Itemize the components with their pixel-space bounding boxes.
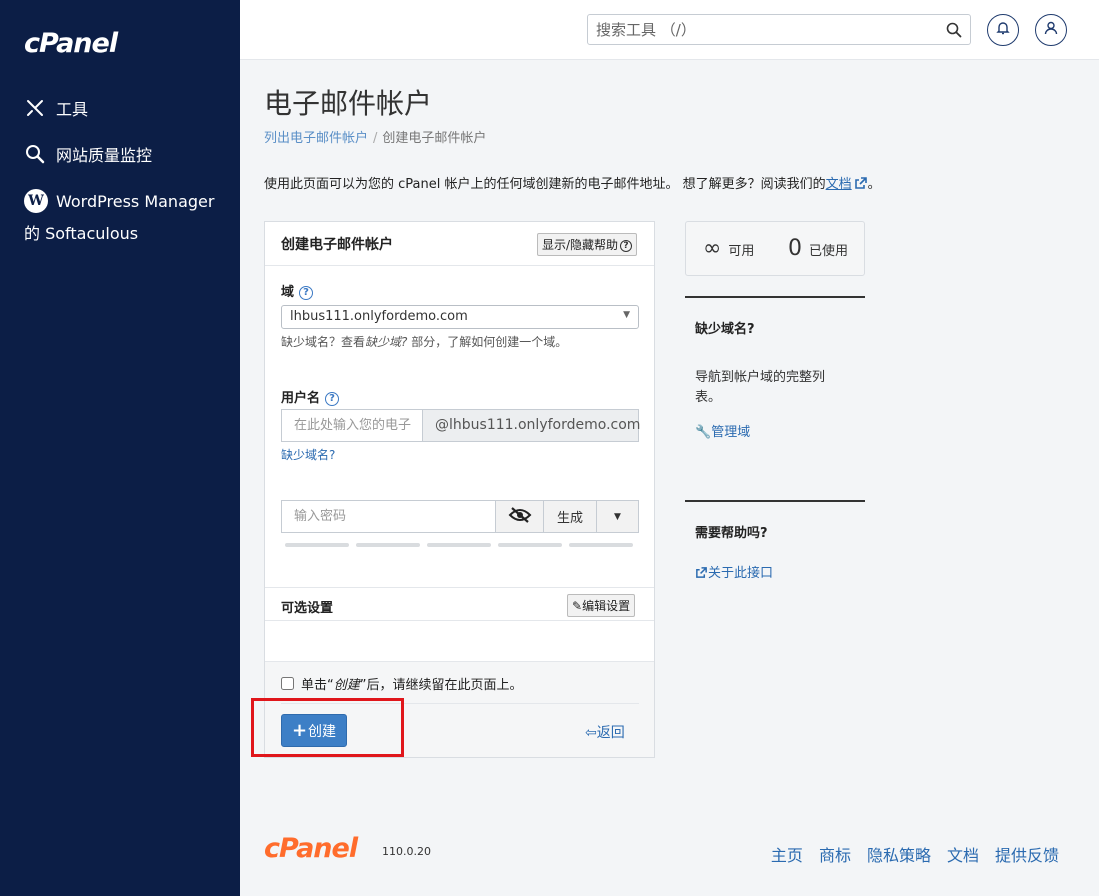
breadcrumb: 列出电子邮件帐户 / 创建电子邮件帐户: [264, 127, 486, 146]
breadcrumb-separator: /: [373, 131, 378, 146]
topbar: [240, 0, 1099, 60]
caret-down-icon: ▼: [614, 511, 621, 522]
panel-header: 创建电子邮件帐户 显示/隐藏帮助?: [265, 222, 654, 266]
stay-on-page-checkbox[interactable]: [281, 677, 294, 690]
wordpress-icon: W: [24, 188, 48, 213]
missing-domain-title: 缺少域名?: [695, 322, 755, 337]
arrow-left-icon: ⇦: [585, 725, 597, 741]
magnifier-icon: [24, 143, 46, 165]
manage-domains-link[interactable]: 🔧管理域: [695, 421, 750, 440]
panel-title: 创建电子邮件帐户: [281, 237, 393, 253]
highlight-box: [251, 698, 404, 757]
chevron-down-icon: ▼: [623, 310, 630, 320]
strength-segment: [498, 543, 562, 547]
about-interface-link[interactable]: 关于此接口: [695, 562, 773, 581]
generate-options-dropdown[interactable]: ▼: [596, 501, 638, 532]
page-title: 电子邮件帐户: [264, 87, 433, 120]
help-box: 需要帮助吗? 关于此接口: [685, 500, 865, 600]
page-description: 使用此页面可以为您的 cPanel 帐户上的任何域创建新的电子邮件地址。 想了解…: [264, 177, 881, 192]
sidebar-item-tools[interactable]: 工具: [24, 96, 88, 120]
used-stat: 0 已使用: [788, 236, 849, 261]
external-link-icon: [852, 177, 868, 192]
domain-hint: 缺少域名？查看缺少域? 部分，了解如何创建一个域。: [281, 335, 568, 349]
sidebar-item-site-quality[interactable]: 网站质量监控: [24, 142, 152, 166]
cpanel-logo[interactable]: cPanel: [24, 28, 118, 59]
bell-icon: [995, 20, 1011, 40]
footer-cpanel-logo: cPanel: [264, 833, 358, 864]
documentation-link[interactable]: 文档: [826, 177, 852, 192]
username-domain-addon: @lhbus111.onlyfordemo.com: [422, 409, 640, 442]
breadcrumb-current: 创建电子邮件帐户: [382, 131, 487, 146]
notifications-button[interactable]: [987, 14, 1019, 46]
password-strength-meter: [285, 543, 633, 547]
sidebar: cPanel 工具 网站质量监控 W WordPress Manager 的 So…: [0, 0, 240, 896]
footer-links: 主页 商标 隐私策略 文档 提供反馈: [771, 842, 1059, 866]
footer-link-privacy[interactable]: 隐私策略: [867, 842, 931, 866]
help-icon: ?: [620, 240, 633, 252]
sidebar-item-wordpress-manager[interactable]: W WordPress Manager 的 Softaculous: [24, 186, 224, 250]
optional-settings-header: 可选设置 ✎编辑设置: [265, 587, 654, 621]
help-icon[interactable]: ?: [299, 285, 314, 300]
footer-link-feedback[interactable]: 提供反馈: [995, 842, 1059, 866]
optional-settings-title: 可选设置: [281, 601, 334, 616]
domain-label: 域?: [281, 281, 314, 301]
stay-on-page-option[interactable]: 单击“ 创建 ”后，请继续留在此页面上。: [281, 674, 523, 693]
footer-link-docs[interactable]: 文档: [947, 842, 979, 866]
help-title: 需要帮助吗?: [695, 526, 768, 541]
missing-domain-box: 缺少域名? 导航到帐户域的完整列表。 🔧管理域: [685, 296, 865, 476]
search-icon[interactable]: [946, 22, 962, 42]
strength-segment: [285, 543, 349, 547]
strength-segment: [356, 543, 420, 547]
user-icon: [1043, 20, 1059, 40]
pencil-icon: ✎: [572, 599, 583, 613]
username-input[interactable]: [281, 409, 422, 442]
footer-link-trademarks[interactable]: 商标: [819, 842, 851, 866]
generate-password-button[interactable]: 生成: [543, 501, 596, 532]
missing-domain-text: 导航到帐户域的完整列表。: [695, 370, 826, 405]
toggle-help-button[interactable]: 显示/隐藏帮助?: [537, 233, 638, 256]
email-stats: ∞ 可用 0 已使用: [685, 221, 865, 276]
strength-segment: [569, 543, 633, 547]
missing-domain-link[interactable]: 缺少域名?: [281, 446, 335, 463]
version-label: 110.0.20: [382, 845, 431, 858]
search-input[interactable]: [588, 15, 928, 44]
edit-settings-button[interactable]: ✎编辑设置: [567, 594, 636, 617]
sidebar-item-label: WordPress Manager 的 Softaculous: [24, 192, 215, 243]
domain-select[interactable]: lhbus111.onlyfordemo.com ▼: [281, 305, 639, 329]
password-input[interactable]: [282, 501, 495, 532]
tools-icon: [24, 97, 46, 119]
toggle-password-visibility-button[interactable]: [495, 501, 543, 532]
help-icon[interactable]: ?: [325, 391, 340, 406]
username-label: 用户名?: [281, 387, 340, 407]
sidebar-item-label: 网站质量监控: [56, 146, 153, 165]
user-menu-button[interactable]: [1035, 14, 1067, 46]
external-link-icon: [695, 566, 708, 581]
password-group: 生成 ▼: [281, 500, 639, 533]
back-link[interactable]: ⇦返回: [585, 722, 625, 742]
create-email-panel: 创建电子邮件帐户 显示/隐藏帮助? 域? lhbus111.onlyfordem…: [264, 221, 655, 758]
available-stat: ∞ 可用: [703, 236, 755, 261]
eye-slash-icon: [508, 506, 532, 527]
footer-link-home[interactable]: 主页: [771, 842, 803, 866]
sidebar-item-label: 工具: [56, 100, 89, 119]
strength-segment: [427, 543, 491, 547]
breadcrumb-list-email-accounts[interactable]: 列出电子邮件帐户: [264, 131, 368, 146]
wrench-icon: 🔧: [695, 425, 712, 440]
search-box: [587, 14, 971, 45]
